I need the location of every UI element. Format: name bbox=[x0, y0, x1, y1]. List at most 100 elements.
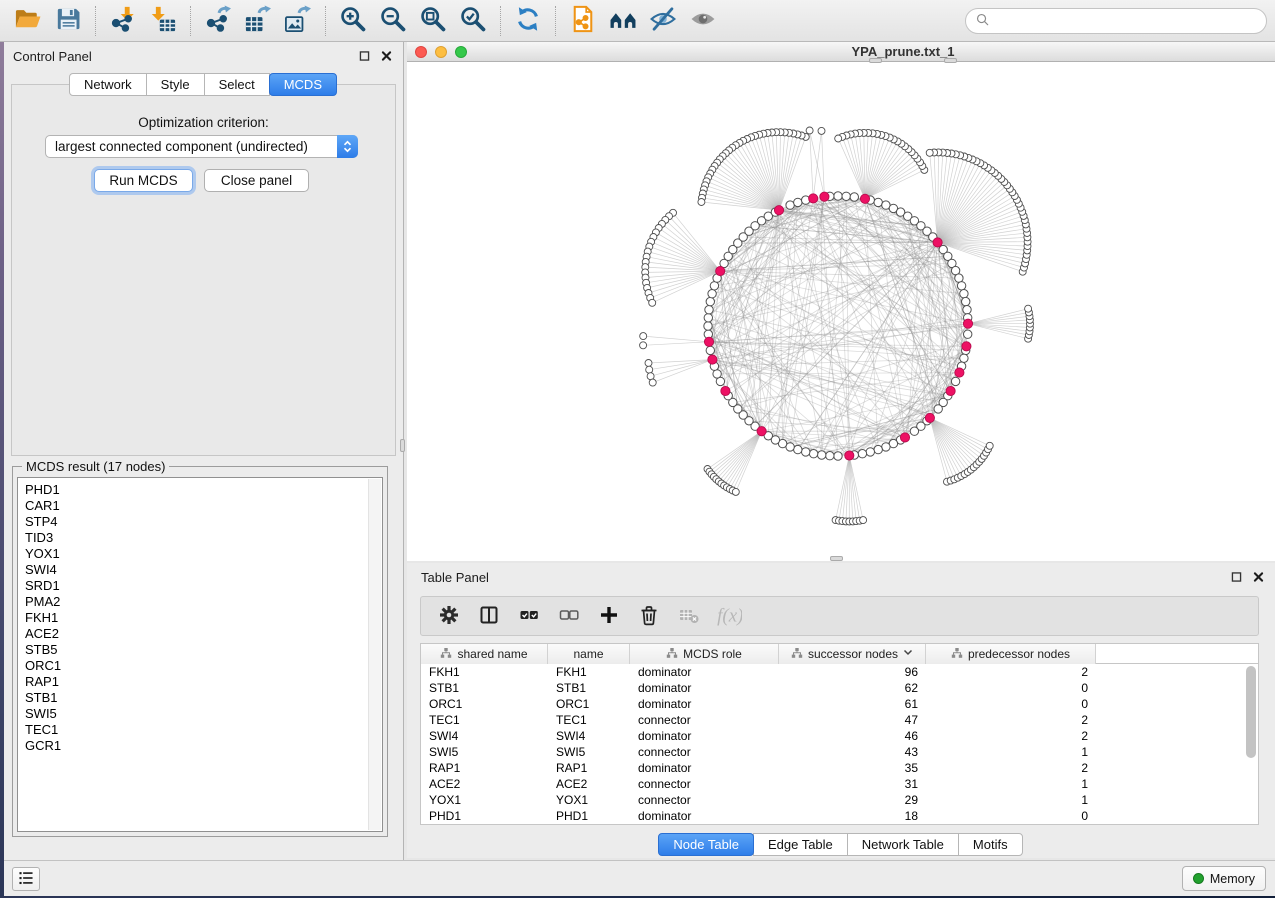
mcds-result-item[interactable]: GCR1 bbox=[25, 738, 362, 754]
table-row[interactable]: ORC1ORC1dominator610 bbox=[421, 696, 1258, 712]
list-scrollbar[interactable] bbox=[368, 479, 381, 830]
search-input[interactable] bbox=[991, 14, 1266, 29]
mcds-result-item[interactable]: STB5 bbox=[25, 642, 362, 658]
column-header-successor-nodes[interactable]: successor nodes bbox=[779, 644, 926, 664]
column-header-shared-name[interactable]: shared name bbox=[421, 644, 548, 664]
scrollbar-thumb[interactable] bbox=[1246, 666, 1256, 758]
open-folder-button[interactable] bbox=[8, 3, 48, 39]
run-mcds-button[interactable]: Run MCDS bbox=[94, 169, 193, 192]
mcds-result-item[interactable]: CAR1 bbox=[25, 498, 362, 514]
table-row[interactable]: TEC1TEC1connector472 bbox=[421, 712, 1258, 728]
tab-style[interactable]: Style bbox=[146, 73, 205, 96]
mcds-result-item[interactable]: ACE2 bbox=[25, 626, 362, 642]
network-window-titlebar[interactable]: YPA_prune.txt_1 bbox=[407, 42, 1275, 62]
export-image-button[interactable] bbox=[278, 3, 318, 39]
cell-successor-nodes: 18 bbox=[779, 809, 926, 823]
export-table-button[interactable] bbox=[238, 3, 278, 39]
window-zoom-icon[interactable] bbox=[455, 46, 467, 58]
memory-button[interactable]: Memory bbox=[1182, 866, 1266, 891]
task-history-button[interactable] bbox=[12, 867, 40, 891]
add-button[interactable] bbox=[596, 604, 621, 629]
window-close-icon[interactable] bbox=[415, 46, 427, 58]
import-table-icon bbox=[149, 5, 177, 36]
column-type-icon bbox=[951, 647, 963, 662]
table-row[interactable]: FKH1FKH1dominator962 bbox=[421, 664, 1258, 680]
column-header-mcds-role[interactable]: MCDS role bbox=[630, 644, 779, 664]
share-document-button[interactable] bbox=[563, 3, 603, 39]
mcds-result-item[interactable]: RAP1 bbox=[25, 674, 362, 690]
mcds-result-item[interactable]: SRD1 bbox=[25, 578, 362, 594]
tab-node-table[interactable]: Node Table bbox=[658, 833, 754, 856]
zoom-selected-button[interactable] bbox=[453, 3, 493, 39]
mcds-result-item[interactable]: PMA2 bbox=[25, 594, 362, 610]
binoculars-button[interactable] bbox=[603, 3, 643, 39]
horizontal-splitter-handle[interactable] bbox=[830, 556, 843, 561]
splitter-handle[interactable] bbox=[869, 58, 882, 63]
zoom-selected-icon bbox=[459, 5, 487, 36]
export-network-button[interactable] bbox=[198, 3, 238, 39]
close-panel-button[interactable]: Close panel bbox=[204, 169, 309, 192]
cell-mcds-role: dominator bbox=[630, 681, 779, 695]
optimization-criterion-select[interactable]: largest connected component (undirected) bbox=[45, 135, 358, 158]
tab-network[interactable]: Network bbox=[69, 73, 147, 96]
table-row[interactable]: PHD1PHD1dominator180 bbox=[421, 808, 1258, 824]
float-panel-icon[interactable] bbox=[1231, 571, 1242, 582]
zoom-out-button[interactable] bbox=[373, 3, 413, 39]
export-network-icon bbox=[204, 5, 232, 36]
mcds-result-item[interactable]: YOX1 bbox=[25, 546, 362, 562]
select-all-button[interactable] bbox=[516, 604, 541, 629]
mcds-result-item[interactable]: SWI5 bbox=[25, 706, 362, 722]
table-row[interactable]: YOX1YOX1connector291 bbox=[421, 792, 1258, 808]
network-canvas[interactable] bbox=[407, 63, 1275, 561]
toolbar-separator bbox=[555, 6, 556, 36]
import-table-button[interactable] bbox=[143, 3, 183, 39]
mcds-result-item[interactable]: STP4 bbox=[25, 514, 362, 530]
tab-select[interactable]: Select bbox=[204, 73, 270, 96]
zoom-fit-button[interactable] bbox=[413, 3, 453, 39]
column-header-predecessor-nodes[interactable]: predecessor nodes bbox=[926, 644, 1096, 664]
mcds-result-item[interactable]: TEC1 bbox=[25, 722, 362, 738]
mcds-result-item[interactable]: PHD1 bbox=[25, 482, 362, 498]
tab-edge-table[interactable]: Edge Table bbox=[753, 833, 848, 856]
cell-successor-nodes: 43 bbox=[779, 745, 926, 759]
table-row[interactable]: SWI4SWI4dominator462 bbox=[421, 728, 1258, 744]
table-row[interactable]: ACE2ACE2connector311 bbox=[421, 776, 1258, 792]
close-panel-icon[interactable] bbox=[381, 50, 392, 61]
vertical-splitter-handle[interactable] bbox=[400, 439, 405, 452]
float-panel-icon[interactable] bbox=[359, 50, 370, 61]
window-minimize-icon[interactable] bbox=[435, 46, 447, 58]
cell-name: SWI4 bbox=[548, 729, 630, 743]
search-box[interactable] bbox=[965, 8, 1267, 34]
hide-details-eye-button[interactable] bbox=[643, 3, 683, 39]
tab-mcds[interactable]: MCDS bbox=[269, 73, 337, 96]
mcds-result-item[interactable]: FKH1 bbox=[25, 610, 362, 626]
column-type-icon bbox=[666, 647, 678, 662]
close-panel-icon[interactable] bbox=[1253, 571, 1264, 582]
select-all-icon bbox=[518, 604, 540, 629]
table-row[interactable]: RAP1RAP1dominator352 bbox=[421, 760, 1258, 776]
tab-network-table[interactable]: Network Table bbox=[847, 833, 959, 856]
zoom-in-button[interactable] bbox=[333, 3, 373, 39]
table-scrollbar[interactable] bbox=[1246, 666, 1256, 824]
mcds-result-item[interactable]: ORC1 bbox=[25, 658, 362, 674]
import-network-button[interactable] bbox=[103, 3, 143, 39]
table-row[interactable]: STB1STB1dominator620 bbox=[421, 680, 1258, 696]
show-details-eye-button[interactable] bbox=[683, 3, 723, 39]
mcds-result-list[interactable]: PHD1CAR1STP4TID3YOX1SWI4SRD1PMA2FKH1ACE2… bbox=[17, 477, 383, 832]
trash-button[interactable] bbox=[636, 604, 661, 629]
mcds-result-item[interactable]: TID3 bbox=[25, 530, 362, 546]
tab-motifs[interactable]: Motifs bbox=[958, 833, 1023, 856]
refresh-button[interactable] bbox=[508, 3, 548, 39]
mcds-result-item[interactable]: SWI4 bbox=[25, 562, 362, 578]
column-header-name[interactable]: name bbox=[548, 644, 630, 664]
deselect-all-button[interactable] bbox=[556, 604, 581, 629]
gear-button[interactable] bbox=[436, 604, 461, 629]
columns-button[interactable] bbox=[476, 604, 501, 629]
splitter-handle[interactable] bbox=[944, 58, 957, 63]
cell-mcds-role: connector bbox=[630, 793, 779, 807]
table-row[interactable]: SWI5SWI5connector431 bbox=[421, 744, 1258, 760]
columns-icon bbox=[478, 604, 500, 629]
mcds-result-item[interactable]: STB1 bbox=[25, 690, 362, 706]
save-button[interactable] bbox=[48, 3, 88, 39]
network-graph[interactable] bbox=[407, 63, 1275, 561]
